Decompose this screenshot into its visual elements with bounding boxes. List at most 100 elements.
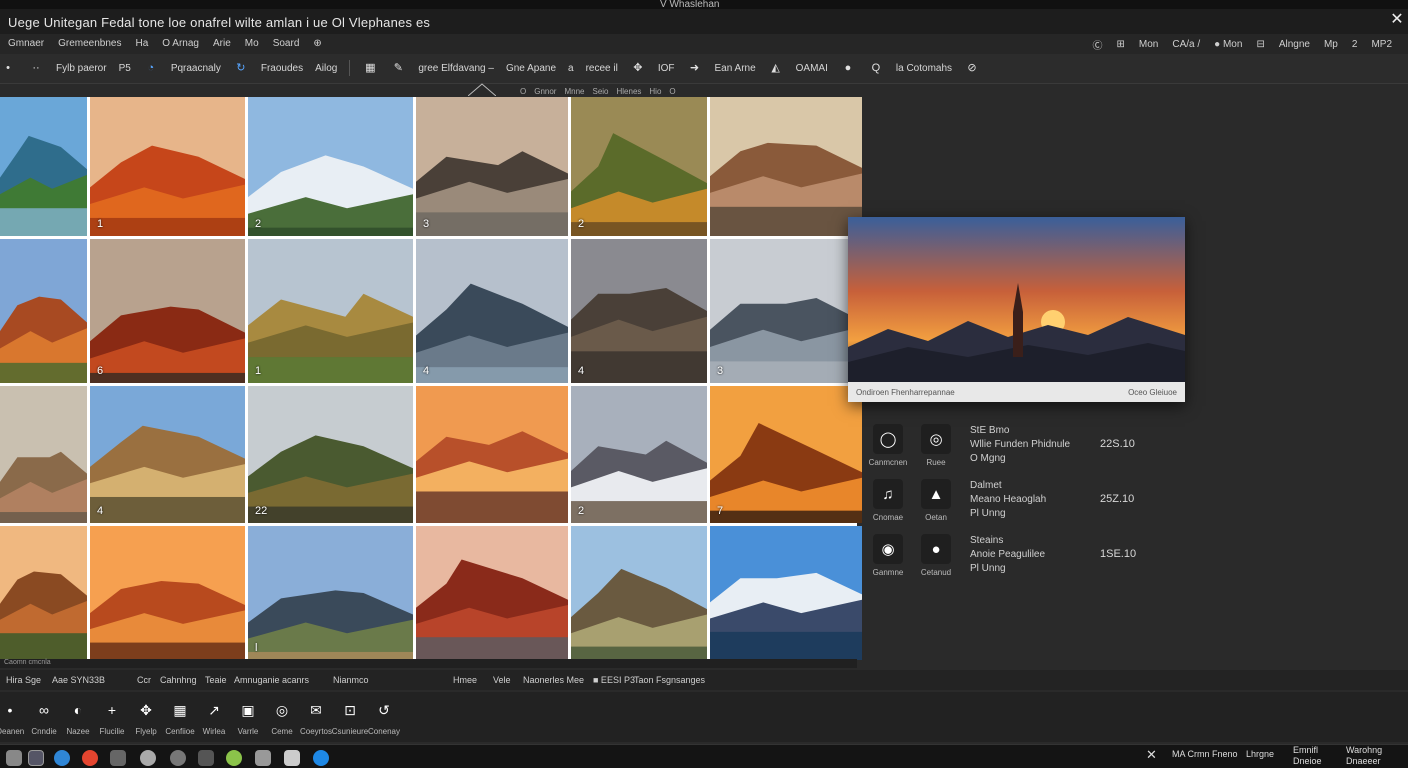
- photo-tile[interactable]: 3: [710, 239, 862, 383]
- tray-item-2[interactable]: Lhrgne: [1246, 749, 1274, 759]
- menu-right-item-4[interactable]: ● Mon: [1214, 39, 1242, 50]
- menu-right-item-0[interactable]: Ⓒ: [1093, 37, 1103, 52]
- menu-item-7[interactable]: ⊕: [313, 38, 321, 49]
- search-icon[interactable]: Q: [868, 60, 884, 76]
- menu-right-item-8[interactable]: 2: [1352, 39, 1358, 50]
- photo-tile[interactable]: [416, 526, 568, 660]
- photo-tile[interactable]: 1: [90, 97, 245, 236]
- menu-right-item-7[interactable]: Mp: [1324, 39, 1338, 50]
- photo-tile[interactable]: [0, 239, 87, 383]
- refresh-icon[interactable]: ↻: [233, 60, 249, 76]
- menu-item-3[interactable]: O Arnag: [162, 38, 199, 49]
- dots-icon[interactable]: ··: [28, 60, 44, 76]
- share-row[interactable]: ♫ Cnomae ▲ Oetan Dalmet Meano Heaoglah Pl Unng…: [868, 479, 1168, 534]
- photo-tile[interactable]: 4: [90, 386, 245, 523]
- share-app[interactable]: ♫ Cnomae: [868, 479, 908, 522]
- photo-tile[interactable]: [90, 526, 245, 660]
- window-icon[interactable]: [28, 750, 44, 766]
- subbar-item-4[interactable]: Hlenes: [617, 87, 642, 96]
- toolbar-item-3[interactable]: Fraoudes: [261, 63, 303, 74]
- menu-item-0[interactable]: Gmnaer: [8, 38, 44, 49]
- subbar-item-0[interactable]: O: [520, 87, 526, 96]
- photo-tile[interactable]: 7: [710, 386, 862, 523]
- share-app[interactable]: ◯ Canmcnen: [868, 424, 908, 467]
- browser-icon[interactable]: [54, 750, 70, 766]
- toolbar-item-0[interactable]: Fylb paeror: [56, 63, 107, 74]
- folder-icon[interactable]: [198, 750, 214, 766]
- close-icon[interactable]: ✕: [1388, 11, 1406, 29]
- chrome-icon[interactable]: [82, 750, 98, 766]
- menu-right-item-9[interactable]: MP2: [1371, 39, 1392, 50]
- subbar-item-1[interactable]: Gnnor: [534, 87, 556, 96]
- photos-icon[interactable]: [226, 750, 242, 766]
- menu-right-item-6[interactable]: Alngne: [1279, 39, 1310, 50]
- share-icon[interactable]: ✥: [630, 60, 646, 76]
- share-row[interactable]: ◯ Canmcnen ◎ Ruee StE Bmo Wllie Funden Phidnu…: [868, 424, 1168, 479]
- subbar-item-3[interactable]: Seio: [592, 87, 608, 96]
- toolbar-item-2[interactable]: Pqraacnaly: [171, 63, 221, 74]
- terminal-icon[interactable]: [110, 750, 126, 766]
- photo-tile[interactable]: [0, 526, 87, 660]
- photo-tile[interactable]: [0, 386, 87, 523]
- store-icon[interactable]: [313, 750, 329, 766]
- photo-tile[interactable]: l: [248, 526, 413, 660]
- menu-item-1[interactable]: Gremeenbnes: [58, 38, 121, 49]
- dot-icon[interactable]: •: [0, 60, 16, 76]
- share-app[interactable]: ▲ Oetan: [916, 479, 956, 522]
- menu-item-5[interactable]: Mo: [245, 38, 259, 49]
- share-app[interactable]: ● Cetanud: [916, 534, 956, 577]
- photo-tile[interactable]: 4: [571, 239, 707, 383]
- photo-tile[interactable]: [710, 97, 862, 236]
- photo-tile[interactable]: 2: [571, 386, 707, 523]
- photo-tile[interactable]: 22: [248, 386, 413, 523]
- tray-close-icon[interactable]: ✕: [1146, 747, 1157, 763]
- photo-tile[interactable]: 3: [416, 97, 568, 236]
- photo-tile[interactable]: [0, 97, 87, 236]
- menu-item-2[interactable]: Ha: [136, 38, 149, 49]
- chart-icon[interactable]: ◭: [768, 60, 784, 76]
- circle-icon[interactable]: ●: [840, 60, 856, 76]
- toolbar-item-4[interactable]: Ailog: [315, 63, 337, 74]
- preview-panel[interactable]: Ondiroen Fhenharrepannae Oceo Gleiuoe: [848, 217, 1185, 402]
- toolbar-item-6[interactable]: Gne Apane: [506, 63, 556, 74]
- toolbar-item-7[interactable]: a: [568, 63, 574, 74]
- grid-icon[interactable]: ▦: [362, 60, 378, 76]
- arrow-icon[interactable]: ➜: [687, 60, 703, 76]
- tray-item-5[interactable]: Warohng: [1346, 745, 1382, 755]
- share-row[interactable]: ◉ Ganmne ● Cetanud Steains Anoie Peagulilee Pl…: [868, 534, 1168, 589]
- menu-item-6[interactable]: Soard: [273, 38, 300, 49]
- photo-tile[interactable]: 2: [571, 97, 707, 236]
- menu-right-item-5[interactable]: ⊟: [1256, 39, 1264, 50]
- menu-right-item-2[interactable]: Mon: [1139, 39, 1158, 50]
- subbar-item-6[interactable]: O: [669, 87, 675, 96]
- spinner-icon[interactable]: ◔: [143, 60, 159, 76]
- tray-item-3[interactable]: Emnifl: [1293, 745, 1318, 755]
- photo-tile[interactable]: 2: [248, 97, 413, 236]
- photo-tile[interactable]: 6: [90, 239, 245, 383]
- calendar-icon[interactable]: [284, 750, 300, 766]
- subbar-item-2[interactable]: Mnne: [564, 87, 584, 96]
- quick-action[interactable]: ↺ Conenay: [364, 698, 404, 737]
- menu-right-item-1[interactable]: ⊞: [1117, 39, 1125, 50]
- photo-tile[interactable]: 4: [416, 239, 568, 383]
- toolbar-item-1[interactable]: P5: [119, 63, 131, 74]
- menu-right-item-3[interactable]: CA/a /: [1172, 39, 1200, 50]
- mail-icon[interactable]: [170, 750, 186, 766]
- start-icon[interactable]: [6, 750, 22, 766]
- subbar-item-5[interactable]: Hio: [649, 87, 661, 96]
- photo-tile[interactable]: [710, 526, 862, 660]
- toolbar-item-11[interactable]: OAMAI: [796, 63, 828, 74]
- toolbar-item-9[interactable]: IOF: [658, 63, 675, 74]
- share-app[interactable]: ◉ Ganmne: [868, 534, 908, 577]
- toolbar-search-label[interactable]: la Cotomahs: [896, 63, 952, 74]
- edit-icon[interactable]: ✎: [390, 60, 406, 76]
- menu-item-4[interactable]: Arie: [213, 38, 231, 49]
- tray-item-6[interactable]: Dnaeeer: [1346, 756, 1381, 766]
- toolbar-item-5[interactable]: gree Elfdavang –: [418, 63, 494, 74]
- share-app[interactable]: ◎ Ruee: [916, 424, 956, 467]
- tray-item-4[interactable]: Dneioe: [1293, 756, 1322, 766]
- photo-tile[interactable]: [416, 386, 568, 523]
- photo-tile[interactable]: 1: [248, 239, 413, 383]
- settings-icon[interactable]: [255, 750, 271, 766]
- chat-icon[interactable]: [140, 750, 156, 766]
